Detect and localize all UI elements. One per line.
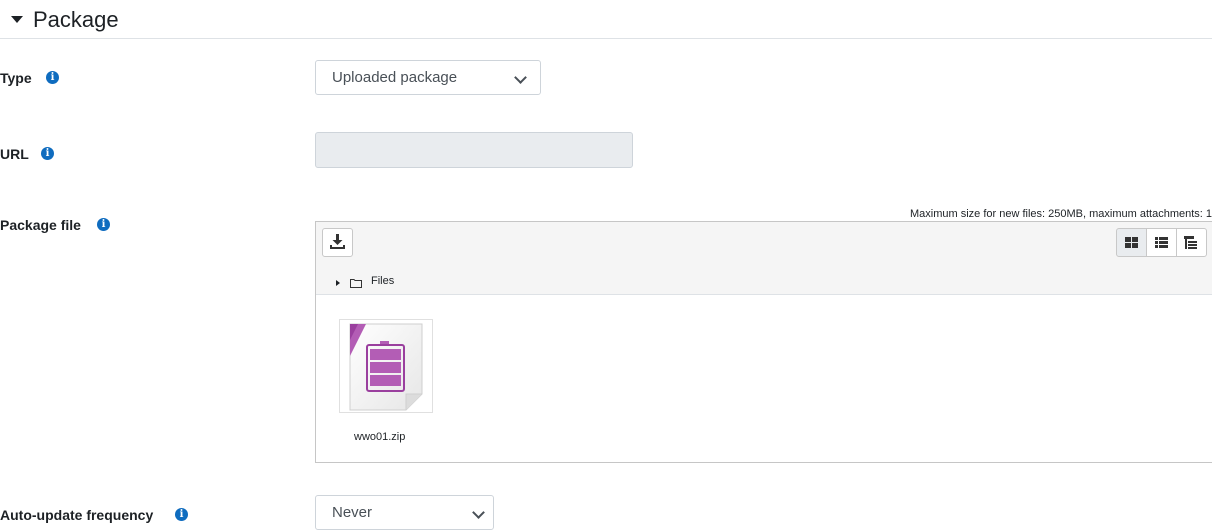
- download-button[interactable]: [322, 228, 353, 257]
- url-label: URL: [0, 146, 29, 162]
- caret-right-icon[interactable]: [336, 280, 340, 286]
- chevron-down-icon: [514, 71, 527, 84]
- info-icon[interactable]: i: [41, 147, 54, 160]
- grid-view-icon: [1125, 237, 1138, 248]
- caret-down-icon[interactable]: [11, 16, 23, 23]
- max-size-info: Maximum size for new files: 250MB, maxim…: [910, 208, 1212, 220]
- grid-view-button[interactable]: [1116, 228, 1147, 257]
- path-bar: Files: [316, 266, 1212, 295]
- folder-icon: [350, 279, 362, 288]
- tree-view-button[interactable]: [1176, 228, 1207, 257]
- auto-update-label: Auto-update frequency: [0, 507, 154, 523]
- info-icon[interactable]: i: [97, 218, 110, 231]
- info-icon[interactable]: i: [175, 508, 188, 521]
- package-file-label: Package file: [0, 217, 81, 233]
- path-label[interactable]: Files: [371, 275, 394, 287]
- auto-update-select-value: Never: [332, 504, 373, 521]
- file-picker: Files wwo01.zip: [315, 221, 1212, 463]
- tree-view-icon: [1184, 236, 1197, 249]
- list-view-icon: [1155, 237, 1168, 248]
- type-label: Type: [0, 70, 32, 86]
- archive-file-icon: [349, 323, 423, 411]
- section-header[interactable]: Package: [0, 0, 1212, 39]
- list-view-button[interactable]: [1146, 228, 1177, 257]
- download-icon: [330, 234, 345, 249]
- url-input[interactable]: [315, 132, 633, 168]
- section-title[interactable]: Package: [33, 7, 119, 33]
- type-select-value: Uploaded package: [332, 69, 458, 86]
- file-name[interactable]: wwo01.zip: [354, 431, 405, 443]
- file-picker-toolbar: [316, 222, 1212, 267]
- file-item[interactable]: [339, 319, 433, 413]
- info-icon[interactable]: i: [46, 71, 59, 84]
- chevron-down-icon: [472, 506, 485, 519]
- type-select[interactable]: Uploaded package: [315, 60, 541, 95]
